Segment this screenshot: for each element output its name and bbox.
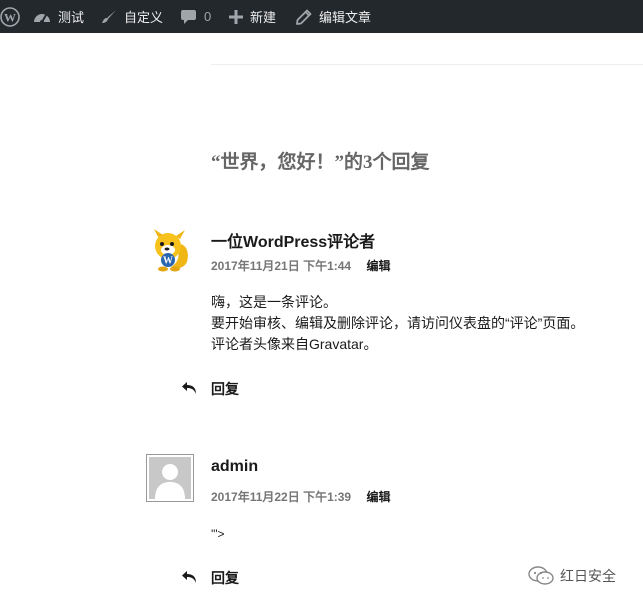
comments-menu[interactable]: 0 [180, 0, 211, 33]
reply-arrow-icon [181, 380, 199, 396]
edit-comment-link[interactable]: 编辑 [366, 490, 390, 504]
comment-author-name[interactable]: 一位WordPress评论者 [211, 228, 375, 252]
comment-content: 嗨，这是一条评论。 要开始审核、编辑及删除评论，请访问仪表盘的“评论”页面。 评… [211, 292, 584, 355]
comment-text-line: 评论者头像来自Gravatar。 [211, 336, 378, 352]
commenter-avatar [146, 454, 194, 502]
dashboard-gauge-icon [33, 9, 51, 25]
paintbrush-icon [101, 9, 117, 25]
admin-toolbar: W 测试 自定义 0 新建 编辑文章 [0, 0, 643, 33]
comment-content: '"> [211, 524, 225, 545]
comment-date-link[interactable]: 2017年11月22日 下午1:39 [211, 490, 351, 504]
wapuu-avatar-image: W [154, 229, 188, 272]
reply-link[interactable]: 回复 [211, 568, 239, 588]
edit-post-label: 编辑文章 [319, 10, 372, 25]
site-name-menu[interactable]: 测试 [33, 0, 84, 33]
wechat-icon [528, 566, 554, 585]
comment-meta: 2017年11月22日 下午1:39 编辑 [211, 488, 390, 505]
edit-post-menu[interactable]: 编辑文章 [296, 0, 371, 33]
site-name-label: 测试 [58, 10, 85, 25]
plus-icon [229, 9, 243, 24]
comment-text-line: 要开始审核、编辑及删除评论，请访问仪表盘的“评论”页面。 [211, 315, 585, 331]
content-divider [211, 64, 643, 65]
comment-bubble-icon [180, 9, 197, 25]
reply-arrow-icon [181, 569, 199, 585]
comment-text-line: '"> [211, 527, 225, 541]
comment-date-link[interactable]: 2017年11月21日 下午1:44 [211, 259, 351, 273]
edit-comment-link[interactable]: 编辑 [366, 259, 390, 273]
comment-meta: 2017年11月21日 下午1:44 编辑 [211, 257, 390, 274]
comments-count: 0 [204, 9, 212, 24]
comment-text-line: 嗨，这是一条评论。 [211, 294, 337, 310]
wordpress-logo-button[interactable]: W [0, 0, 27, 33]
default-avatar-image [146, 454, 194, 502]
customize-label: 自定义 [124, 10, 164, 25]
reply-link[interactable]: 回复 [211, 379, 239, 399]
comment-author-name[interactable]: admin [211, 458, 258, 476]
svg-text:W: W [163, 256, 173, 267]
pencil-icon [296, 9, 312, 25]
wechat-watermark: 红日安全 [528, 566, 616, 586]
comments-title: “世界，您好！”的3个回复 [211, 152, 430, 173]
new-content-menu[interactable]: 新建 [229, 0, 276, 33]
wordpress-logo-icon: W [0, 6, 20, 27]
svg-text:W: W [4, 10, 16, 24]
watermark-label: 红日安全 [560, 568, 616, 584]
customize-menu[interactable]: 自定义 [101, 0, 163, 33]
new-label: 新建 [250, 10, 277, 25]
commenter-avatar: W [149, 226, 195, 272]
